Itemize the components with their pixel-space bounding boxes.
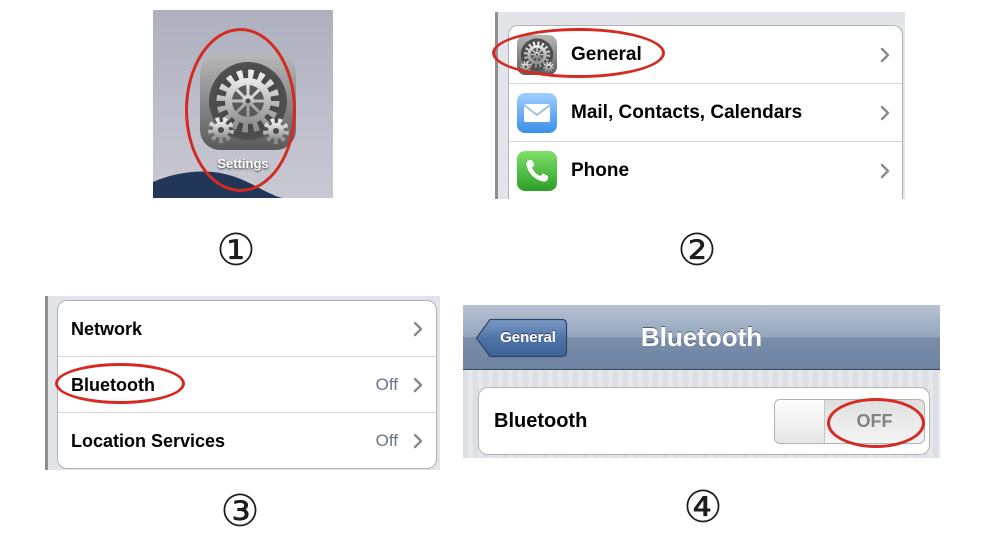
gear-icon bbox=[517, 35, 557, 75]
settings-app-label: Settings bbox=[217, 156, 269, 171]
step-number-4: ④ bbox=[683, 482, 723, 533]
step-number-1: ① bbox=[216, 225, 256, 276]
settings-table: General Mail, Contacts, Calendars Phone bbox=[508, 25, 903, 199]
navigation-bar: Bluetooth General bbox=[463, 305, 940, 370]
chevron-right-icon bbox=[880, 105, 890, 121]
settings-row-phone[interactable]: Phone bbox=[509, 142, 902, 199]
nav-title: Bluetooth bbox=[640, 322, 763, 352]
chevron-right-icon bbox=[880, 163, 890, 179]
row-label: Location Services bbox=[71, 431, 226, 451]
row-label: Network bbox=[71, 319, 143, 339]
step-number-2: ② bbox=[677, 225, 717, 276]
bluetooth-setting-cell: Bluetooth OFF bbox=[478, 387, 930, 455]
settings-gear-icon bbox=[200, 54, 296, 150]
row-label: General bbox=[571, 44, 642, 65]
row-label: Phone bbox=[571, 160, 630, 181]
toggle-knob[interactable] bbox=[775, 400, 825, 443]
general-row-network[interactable]: Network bbox=[58, 301, 436, 357]
row-label: Bluetooth bbox=[71, 375, 155, 395]
step3-general-list: Network Bluetooth Off Location Services … bbox=[45, 296, 440, 470]
bluetooth-toggle[interactable]: OFF bbox=[774, 399, 925, 444]
step2-settings-list: General Mail, Contacts, Calendars Phone bbox=[495, 12, 905, 199]
chevron-right-icon bbox=[880, 47, 890, 63]
general-table: Network Bluetooth Off Location Services … bbox=[57, 300, 437, 469]
back-button-label: General bbox=[500, 329, 556, 346]
step1-home-screen: Settings bbox=[153, 10, 333, 198]
mail-icon bbox=[517, 93, 557, 133]
general-row-bluetooth[interactable]: Bluetooth Off bbox=[58, 357, 436, 413]
chevron-right-icon bbox=[413, 433, 423, 449]
settings-row-mail[interactable]: Mail, Contacts, Calendars bbox=[509, 84, 902, 142]
chevron-right-icon bbox=[413, 321, 423, 337]
chevron-right-icon bbox=[413, 377, 423, 393]
step-number-3: ③ bbox=[220, 486, 260, 537]
phone-icon bbox=[517, 151, 557, 191]
back-button-general[interactable]: General bbox=[475, 318, 568, 358]
toggle-state-label: OFF bbox=[856, 411, 893, 431]
general-row-location-services[interactable]: Location Services Off bbox=[58, 413, 436, 468]
row-label: Mail, Contacts, Calendars bbox=[571, 102, 803, 123]
row-value: Off bbox=[375, 431, 398, 450]
settings-row-general[interactable]: General bbox=[509, 26, 902, 84]
step4-bluetooth-screen: Bluetooth General Bluetooth OFF bbox=[463, 305, 940, 458]
settings-app-icon[interactable] bbox=[200, 54, 296, 150]
bluetooth-label: Bluetooth bbox=[494, 410, 588, 432]
row-value: Off bbox=[375, 375, 398, 394]
